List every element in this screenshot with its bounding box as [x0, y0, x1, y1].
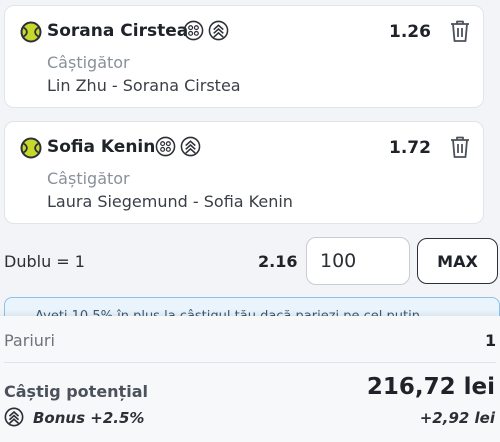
market-label: Câștigător [47, 169, 130, 188]
badges [183, 20, 229, 41]
boost-icon [180, 136, 201, 157]
divider [4, 362, 496, 363]
stake-input[interactable] [306, 237, 410, 285]
player-name: Sorana Cirstea [47, 21, 189, 41]
selection-card: Sofia Kenin 1.72 Câștigător Laura Siegem… [4, 121, 484, 224]
event-name: Laura Siegemund - Sofia Kenin [47, 192, 293, 211]
selection-odds: 1.26 [389, 22, 431, 42]
bonus-label: Bonus +2.5% [33, 409, 145, 427]
boost-icon [4, 407, 24, 427]
bets-count: 1 [485, 331, 497, 350]
trash-icon[interactable] [449, 19, 471, 43]
selection-odds: 1.72 [389, 138, 431, 158]
trash-icon[interactable] [449, 135, 471, 159]
selection-card: Sorana Cirstea 1.26 Câștigător Lin Zhu -… [4, 5, 484, 108]
bet-type-label: Dublu = 1 [4, 252, 85, 271]
badges [155, 136, 201, 157]
tennis-ball-icon [20, 21, 42, 43]
player-name: Sofia Kenin [47, 137, 156, 157]
total-odds: 2.16 [258, 252, 298, 271]
bets-count-label: Pariuri [4, 331, 55, 350]
event-name: Lin Zhu - Sorana Cirstea [47, 76, 241, 95]
bet-builder-icon [155, 136, 176, 157]
market-label: Câștigător [47, 53, 130, 72]
max-button[interactable]: MAX [417, 238, 498, 284]
potential-win-label: Câștig potențial [4, 382, 148, 401]
potential-win-value: 216,72 lei [366, 374, 495, 400]
betslip-summary: Pariuri 1 Câștig potențial 216,72 lei Bo… [0, 316, 500, 442]
boost-icon [208, 20, 229, 41]
bonus-value: +2,92 lei [419, 409, 495, 427]
bet-builder-icon [183, 20, 204, 41]
tennis-ball-icon [20, 137, 42, 159]
